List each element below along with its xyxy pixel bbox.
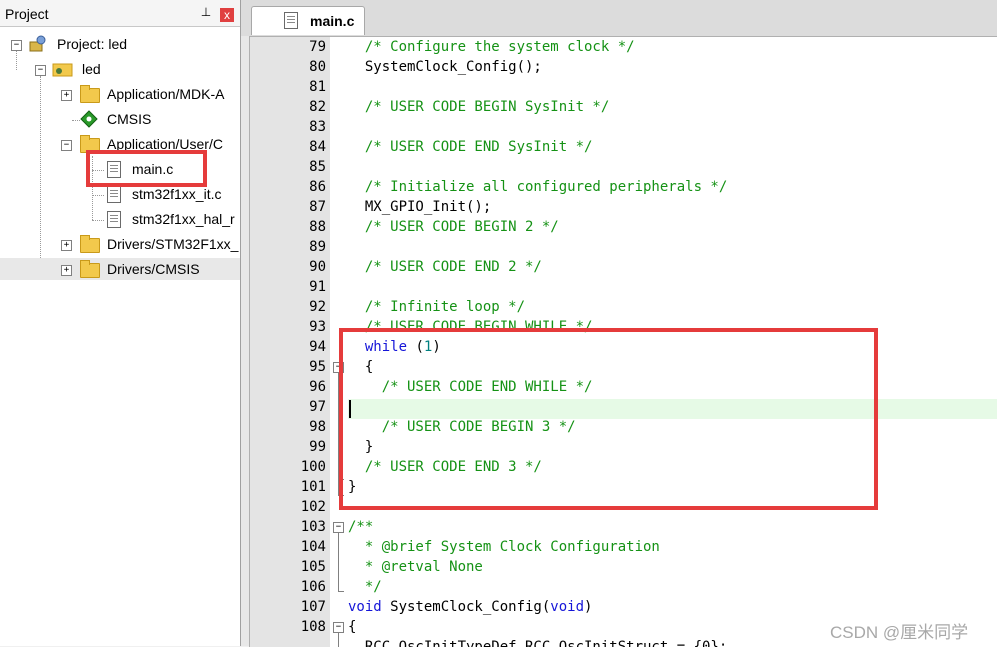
line-number: 103 — [300, 519, 326, 535]
folder-icon — [80, 235, 100, 253]
code-line: /** — [348, 519, 374, 535]
file-icon — [284, 12, 298, 29]
line-number: 107 — [300, 599, 326, 615]
file-icon — [107, 186, 121, 203]
tree-item-label: led — [82, 61, 101, 77]
pin-icon[interactable]: ⊥ — [199, 5, 213, 19]
line-number: 101 — [300, 479, 326, 495]
tree-item-label: Drivers/STM32F1xx_ — [107, 236, 239, 252]
fold-guide-end — [338, 591, 344, 592]
line-number: 84 — [309, 139, 326, 155]
line-number: 97 — [309, 399, 326, 415]
tree-item-label: stm32f1xx_it.c — [132, 186, 222, 202]
code-line: */ — [364, 579, 382, 595]
code-line: /* Initialize all configured peripherals… — [364, 179, 728, 195]
cmsis-gem-icon — [80, 110, 98, 128]
tree-item-label: stm32f1xx_hal_r — [132, 211, 235, 227]
tree-item-label: CMSIS — [107, 111, 152, 127]
tree-item-label: Application/MDK-A — [107, 86, 225, 102]
tree-item-target-led[interactable]: − led — [0, 58, 240, 80]
code-line: SystemClock_Config(); — [348, 59, 542, 75]
line-number: 93 — [309, 319, 326, 335]
line-number: 85 — [309, 159, 326, 175]
line-number: 82 — [309, 99, 326, 115]
line-number: 98 — [309, 419, 326, 435]
code-line: /* USER CODE BEGIN SysInit */ — [364, 99, 610, 115]
close-icon[interactable]: x — [220, 8, 234, 22]
code-line: /* Configure the system clock */ — [364, 39, 635, 55]
line-number: 87 — [309, 199, 326, 215]
folder-icon — [80, 85, 100, 103]
tree-item-group-drivers-stm32[interactable]: + Drivers/STM32F1xx_ — [0, 233, 240, 255]
project-panel-header: Project ⊥ x — [0, 0, 240, 27]
watermark: CSDN @厘米同学 — [830, 623, 969, 642]
line-number: 94 — [309, 339, 326, 355]
file-icon — [107, 211, 121, 228]
line-number: 99 — [309, 439, 326, 455]
line-number: 83 — [309, 119, 326, 135]
line-number: 89 — [309, 239, 326, 255]
line-number: 100 — [300, 459, 326, 475]
tree-item-label: Project: led — [57, 36, 128, 52]
project-panel: Project ⊥ x − Project: led − led + Appli… — [0, 0, 241, 646]
code-line: { — [348, 619, 357, 635]
collapse-icon[interactable]: − — [35, 65, 46, 76]
code-line: * @retval None — [364, 559, 483, 575]
collapse-icon[interactable]: − — [61, 140, 72, 151]
highlight-box-main-c — [86, 150, 207, 187]
tree-item-label: Drivers/CMSIS — [107, 261, 200, 277]
expand-icon[interactable]: + — [61, 240, 72, 251]
line-number: 104 — [300, 539, 326, 555]
line-number: 79 — [309, 39, 326, 55]
line-number: 95 — [309, 359, 326, 375]
tab-label: main.c — [310, 13, 355, 29]
line-number-gutter: 79 80 81 82 83 84 85 86 87 88 89 90 91 92 93 94 95 96 97 98… — [250, 37, 330, 647]
line-number: 86 — [309, 179, 326, 195]
line-number: 88 — [309, 219, 326, 235]
line-number: 80 — [309, 59, 326, 75]
line-number: 105 — [300, 559, 326, 575]
code-line: /* USER CODE END 2 */ — [364, 259, 542, 275]
code-line: /* USER CODE END SysInit */ — [364, 139, 593, 155]
tree-item-group-drivers-cmsis[interactable]: + Drivers/CMSIS — [0, 258, 240, 280]
target-folder-icon — [52, 63, 73, 77]
line-number: 92 — [309, 299, 326, 315]
tree-item-project[interactable]: − Project: led — [0, 33, 240, 55]
tree-item-hal-c[interactable]: stm32f1xx_hal_r — [0, 208, 240, 230]
line-number: 81 — [309, 79, 326, 95]
fold-collapse-icon[interactable]: − — [333, 622, 344, 633]
line-number: 102 — [300, 499, 326, 515]
collapse-icon[interactable]: − — [11, 40, 22, 51]
tree-item-group-mdk[interactable]: + Application/MDK-A — [0, 83, 240, 105]
line-number: 90 — [309, 259, 326, 275]
line-number: 96 — [309, 379, 326, 395]
expand-icon[interactable]: + — [61, 265, 72, 276]
code-line: void SystemClock_Config(void) — [348, 599, 593, 615]
code-line: /* Infinite loop */ — [364, 299, 526, 315]
expand-icon[interactable]: + — [61, 90, 72, 101]
tree-item-cmsis[interactable]: CMSIS — [0, 108, 240, 130]
line-number: 108 — [300, 619, 326, 635]
fold-guide — [338, 633, 339, 647]
tab-main-c[interactable]: main.c — [251, 6, 365, 35]
code-line: MX_GPIO_Init(); — [348, 199, 492, 215]
code-line: * @brief System Clock Configuration — [364, 539, 660, 555]
code-line: /* USER CODE BEGIN 2 */ — [364, 219, 559, 235]
project-icon — [29, 35, 46, 52]
fold-guide — [338, 533, 339, 591]
line-number: 106 — [300, 579, 326, 595]
folder-icon — [80, 260, 100, 278]
editor-area: main.c 79 80 81 82 83 84 85 86 87 88 89 90 91 92 93 94 9… — [241, 0, 997, 647]
project-panel-title: Project — [5, 6, 49, 22]
editor-tab-strip: main.c — [241, 0, 997, 36]
highlight-box-while-loop — [339, 328, 878, 510]
line-number: 91 — [309, 279, 326, 295]
fold-collapse-icon[interactable]: − — [333, 522, 344, 533]
